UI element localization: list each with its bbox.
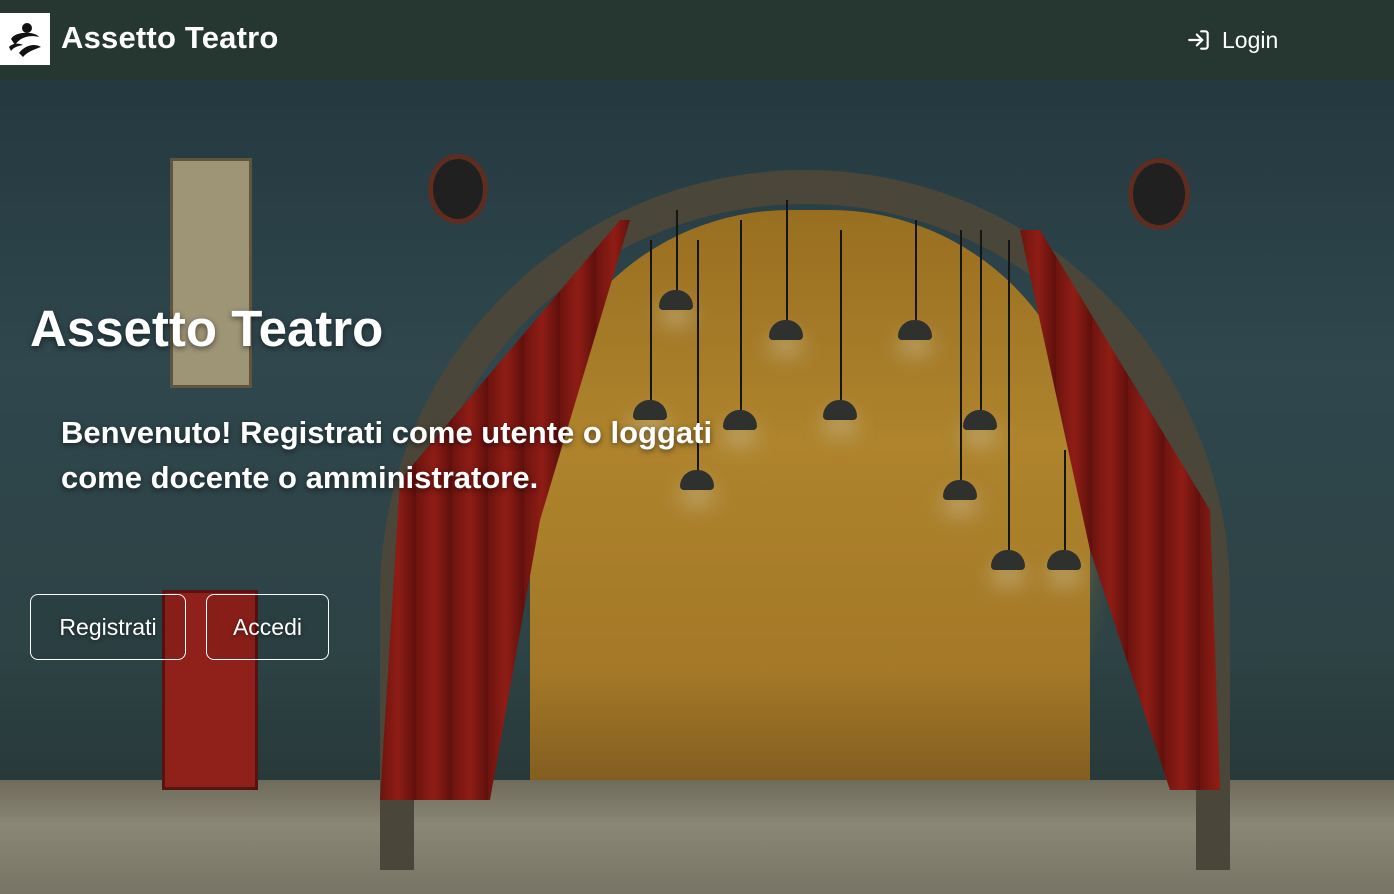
login-label: Login xyxy=(1222,26,1279,53)
hero-section: Assetto Teatro Benvenuto! Registrati com… xyxy=(0,80,1394,894)
brand-title[interactable]: Assetto Teatro xyxy=(61,20,279,56)
login-arrow-icon xyxy=(1188,30,1209,50)
register-button[interactable]: Registrati xyxy=(30,594,186,660)
hero-title: Assetto Teatro xyxy=(30,300,384,357)
welcome-message: Benvenuto! Registrati come utente o logg… xyxy=(61,415,713,495)
top-navbar: Assetto Teatro Login xyxy=(0,0,1394,80)
access-button[interactable]: Accedi xyxy=(206,594,329,660)
login-link[interactable]: Login xyxy=(1186,24,1278,56)
theater-logo-icon[interactable] xyxy=(0,13,50,65)
